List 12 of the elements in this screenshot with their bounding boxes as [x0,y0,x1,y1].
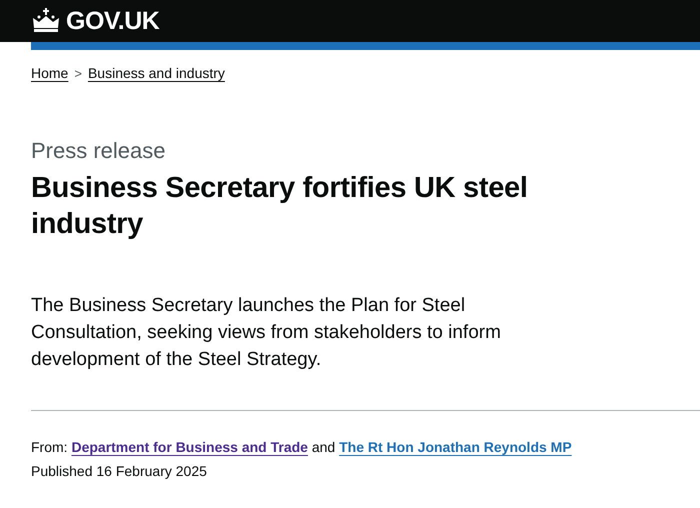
document-type: Press release [31,138,167,164]
page-title: Business Secretary fortifies UK steel industry [31,171,529,242]
breadcrumb-link[interactable]: Home [31,65,68,81]
breadcrumb-separator: > [74,66,82,80]
crown-icon [31,8,61,34]
organisation-link[interactable]: Department for Business and Trade [71,439,308,455]
breadcrumb-link[interactable]: Business and industry [88,65,225,81]
published-date: Published 16 February 2025 [31,462,208,481]
from-line: From: Department for Business and Trade and The Rt Hon Jonathan Reynolds MP [31,438,573,457]
lead-paragraph: The Business Secretary launches the Plan for Steel Consultation, seeking views from stakeholders to inform development of the Steel Strategy. [31,294,502,372]
govuk-logo[interactable]: GOV.UK [31,6,160,36]
organisation-link[interactable]: The Rt Hon Jonathan Reynolds MP [339,439,572,455]
